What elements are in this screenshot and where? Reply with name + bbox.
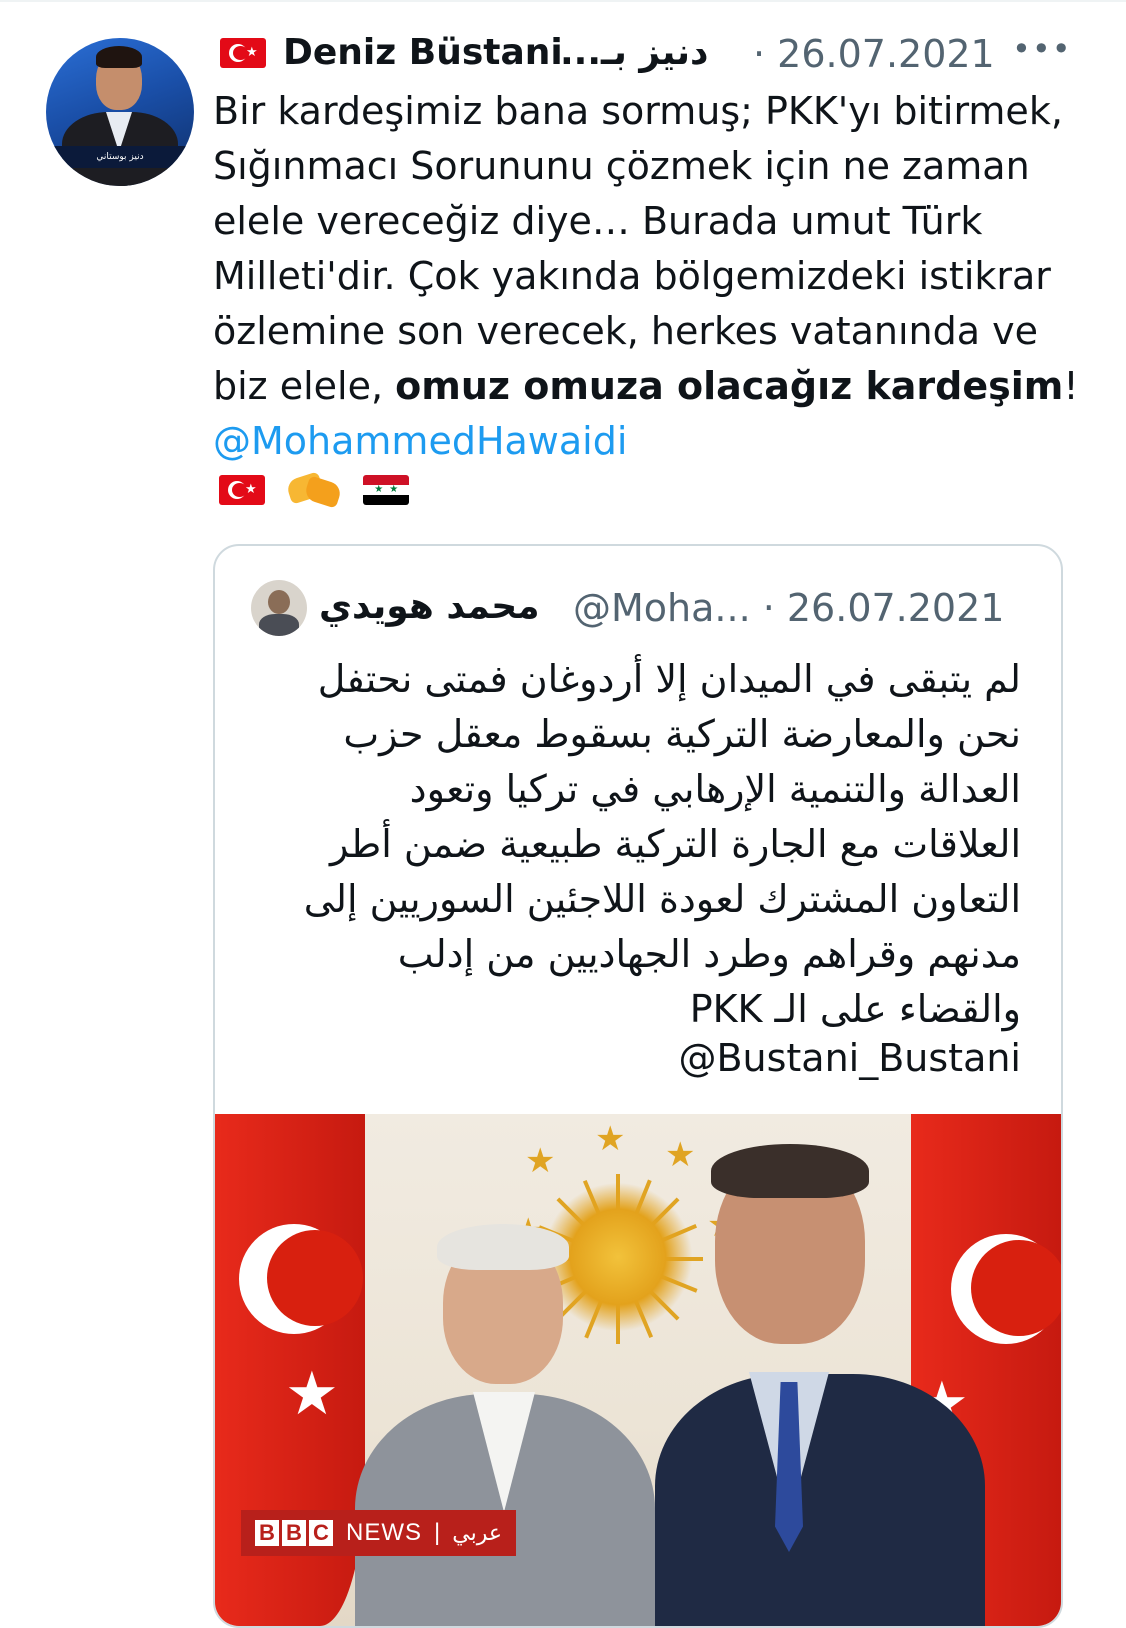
quoted-text-line: لم يتبقى في الميدان إلا أردوغان فمتى نحت… [317, 657, 1021, 701]
tweet-text-line: Milleti'dir. Çok yakında bölgemizdeki is… [213, 254, 1051, 298]
quoted-tweet-card[interactable]: محمد هويدي @Moha... · 26.07.2021 لم يتبق… [213, 544, 1063, 1628]
tweet-text-line: elele vereceğiz diye… Burada umut Türk [213, 199, 983, 243]
tweet-header: ★ Deniz Büstani دنيز بـ... · 26.07.2021 … [220, 30, 1072, 80]
tweet-text: Bir kardeşimiz bana sormuş; PKK'yı bitir… [213, 84, 1083, 469]
more-options-icon[interactable]: ••• [1012, 30, 1072, 68]
tweet-text-line: Bir kardeşimiz bana sormuş; PKK'yı bitir… [213, 89, 1063, 133]
avatar-hair [96, 46, 142, 68]
quoted-text-line: العدالة والتنمية الإرهابي في تركيا وتعود [409, 767, 1021, 811]
author-name[interactable]: Deniz Büstani [283, 32, 563, 73]
person-right [655, 1374, 985, 1626]
turkey-flag-icon: ★ [220, 38, 266, 68]
quoted-tweet-text: لم يتبقى في الميدان إلا أردوغان فمتى نحت… [275, 652, 1021, 1037]
tweet-text-end: ! [1063, 364, 1079, 408]
quoted-text-line: نحن والمعارضة التركية بسقوط معقل حزب [343, 712, 1021, 756]
emoji-row: ★ ★ ★ [219, 470, 427, 514]
tweet-date[interactable]: · 26.07.2021 [753, 32, 995, 76]
quoted-tweet-image[interactable]: ★ ★ ★ ★ ★ ★ ★ BBC NEWS | عربي [215, 1114, 1061, 1626]
quoted-author-name[interactable]: محمد هويدي [319, 586, 540, 627]
tweet-text-line: Sığınmacı Sorununu çözmek için ne zaman [213, 144, 1030, 188]
tweet-text-bold: omuz omuza olacağız kardeşim [395, 364, 1064, 408]
author-avatar[interactable]: دنيز بوستاني [46, 38, 194, 186]
avatar-caption: دنيز بوستاني [46, 146, 194, 168]
quoted-text-line: والقضاء على الـ PKK [689, 987, 1021, 1031]
turkey-flag-icon: ★ [219, 475, 265, 505]
tweet-text-plain: biz elele, [213, 364, 396, 408]
tweet-text-line: özlemine son verecek, herkes vatanında v… [213, 309, 1038, 353]
quoted-text-line: مدنهم وقراهم وطرد الجهاديين من إدلب [397, 932, 1021, 976]
bbc-news-logo: BBC NEWS | عربي [241, 1510, 516, 1556]
handshake-icon [285, 470, 343, 510]
top-divider [0, 0, 1126, 2]
quoted-handle-date[interactable]: @Moha... · 26.07.2021 [573, 586, 1004, 630]
quoted-mention[interactable]: @Bustani_Bustani [275, 1036, 1021, 1080]
syria-flag-icon: ★ ★ [363, 475, 410, 505]
tweet-text-line: biz elele, omuz omuza olacağız kardeşim! [213, 359, 1083, 414]
quoted-author-avatar[interactable] [251, 580, 307, 636]
quoted-text-line: التعاون المشترك لعودة اللاجئين السوريين … [303, 877, 1021, 921]
author-name-arabic[interactable]: دنيز بـ... [560, 32, 708, 73]
quoted-text-line: العلاقات مع الجارة التركية طبيعية ضمن أط… [330, 822, 1021, 866]
mention-link[interactable]: @MohammedHawaidi [213, 414, 1083, 469]
